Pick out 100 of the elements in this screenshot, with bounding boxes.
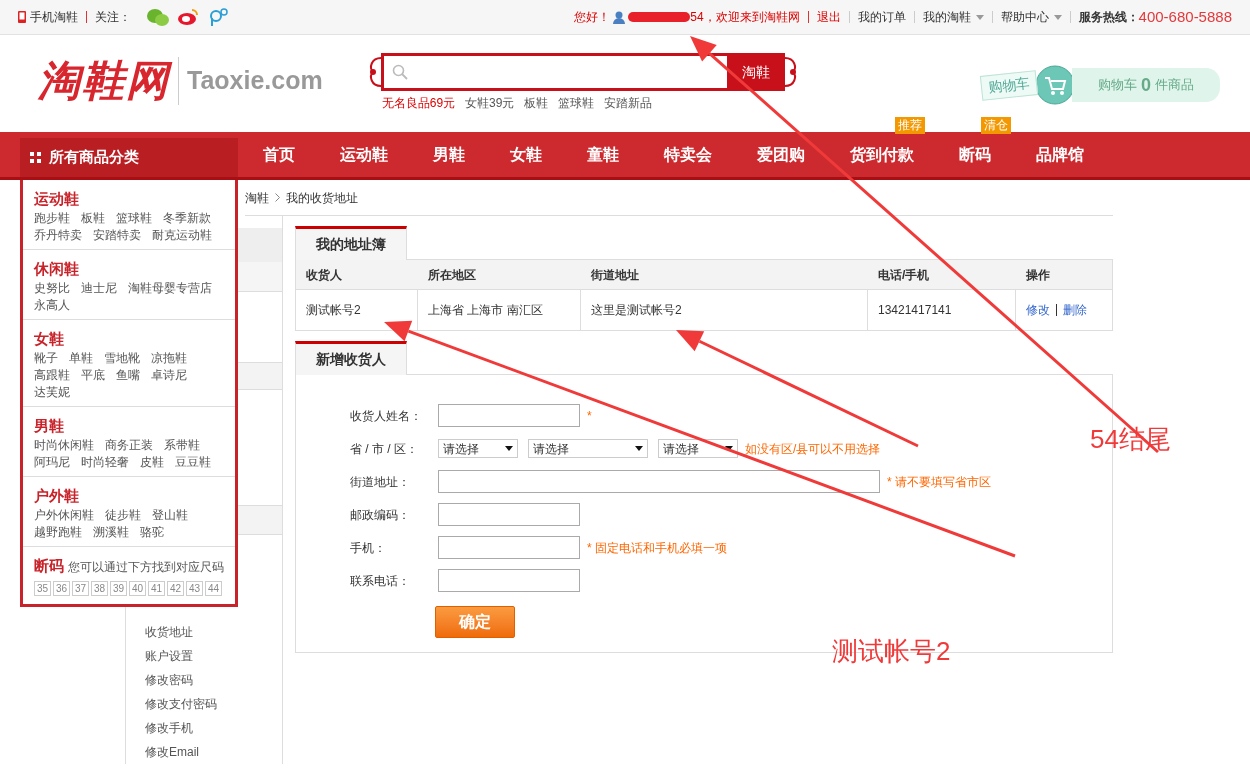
category-link[interactable]: 板鞋: [81, 210, 105, 227]
nav-item[interactable]: 断码: [959, 145, 991, 163]
category-link[interactable]: 登山鞋: [152, 507, 188, 524]
nav-badge: 清仓: [981, 116, 1012, 134]
top-link[interactable]: 帮助中心: [1000, 8, 1062, 26]
size-link[interactable]: 37: [72, 580, 89, 596]
category-link[interactable]: 永高人: [34, 297, 70, 314]
mobile-link[interactable]: 手机淘鞋: [30, 8, 78, 26]
caret-icon: [635, 446, 643, 451]
category-link[interactable]: 越野跑鞋: [34, 524, 82, 541]
section-tab[interactable]: 我的地址簿: [295, 226, 407, 260]
category-link[interactable]: 淘鞋母婴专营店: [128, 280, 212, 297]
sidebar-link[interactable]: 收货地址: [145, 620, 282, 644]
category-title[interactable]: 女鞋: [34, 328, 224, 350]
category-link[interactable]: 史努比: [34, 280, 70, 297]
select-field[interactable]: 请选择: [438, 439, 518, 458]
category-link[interactable]: 耐克运动鞋: [152, 227, 212, 244]
size-link[interactable]: 43: [186, 580, 203, 596]
category-link[interactable]: 跑步鞋: [34, 210, 70, 227]
category-link[interactable]: 系带鞋: [164, 437, 200, 454]
sidebar-link[interactable]: 修改Email: [145, 740, 282, 764]
ornament-icon: [784, 54, 799, 90]
category-link[interactable]: 达芙妮: [34, 384, 70, 401]
field-label: 邮政编码：: [349, 506, 411, 524]
hot-search-link[interactable]: 女鞋39元: [465, 94, 515, 112]
category-link[interactable]: 冬季新款: [163, 210, 211, 227]
field-hint: 如没有区/县可以不用选择: [745, 440, 881, 458]
nav-item[interactable]: 运动鞋: [340, 145, 388, 163]
size-link[interactable]: 40: [129, 580, 146, 596]
size-link[interactable]: 41: [148, 580, 165, 596]
hot-search-link[interactable]: 板鞋: [524, 94, 549, 112]
input-field[interactable]: [438, 569, 580, 592]
qq-weibo-icon[interactable]: [207, 8, 229, 26]
category-link[interactable]: 高跟鞋: [34, 367, 70, 384]
category-link[interactable]: 时尚休闲鞋: [34, 437, 94, 454]
category-link[interactable]: 徒步鞋: [105, 507, 141, 524]
nav-item[interactable]: 货到付款: [850, 145, 914, 163]
category-link[interactable]: 豆豆鞋: [175, 454, 211, 471]
nav-item[interactable]: 童鞋: [587, 145, 619, 163]
action-link[interactable]: 修改: [1026, 301, 1050, 319]
category-link[interactable]: 骆驼: [140, 524, 164, 541]
input-field[interactable]: [438, 470, 880, 493]
size-link[interactable]: 44: [205, 580, 222, 596]
nav-item[interactable]: 品牌馆: [1036, 145, 1084, 163]
category-link[interactable]: 卓诗尼: [151, 367, 187, 384]
category-link[interactable]: 皮鞋: [140, 454, 164, 471]
category-link[interactable]: 迪士尼: [81, 280, 117, 297]
category-menu-header[interactable]: 所有商品分类: [20, 138, 238, 177]
sidebar-link[interactable]: 修改手机: [145, 716, 282, 740]
section-tab[interactable]: 新增收货人: [295, 341, 407, 375]
category-link[interactable]: 商务正装: [105, 437, 153, 454]
size-link[interactable]: 42: [167, 580, 184, 596]
category-title[interactable]: 断码: [34, 555, 64, 578]
sidebar-link[interactable]: 账户设置: [145, 644, 282, 668]
category-title[interactable]: 男鞋: [34, 415, 224, 437]
category-link[interactable]: 凉拖鞋: [151, 350, 187, 367]
category-title[interactable]: 运动鞋: [34, 188, 224, 210]
sidebar-link[interactable]: 修改支付密码: [145, 692, 282, 716]
search-button[interactable]: 淘鞋: [726, 53, 785, 91]
input-field[interactable]: [438, 503, 580, 526]
category-link[interactable]: 阿玛尼: [34, 454, 70, 471]
cart-icon[interactable]: [1035, 65, 1075, 105]
size-link[interactable]: 35: [34, 580, 51, 596]
nav-item[interactable]: 男鞋: [433, 145, 465, 163]
chat-icon[interactable]: [147, 8, 169, 26]
category-link[interactable]: 靴子: [34, 350, 58, 367]
logout-link[interactable]: 退出: [816, 8, 841, 26]
category-title[interactable]: 户外鞋: [34, 485, 224, 507]
breadcrumb-link[interactable]: 淘鞋: [245, 188, 269, 207]
sidebar-link[interactable]: 修改密码: [145, 668, 282, 692]
hot-search-link[interactable]: 无名良品69元: [381, 94, 456, 112]
category-link[interactable]: 平底: [81, 367, 105, 384]
input-field[interactable]: [438, 404, 580, 427]
top-link[interactable]: 我的淘鞋: [922, 8, 984, 26]
hot-search-link[interactable]: 篮球鞋: [558, 94, 595, 112]
weibo-icon[interactable]: [177, 8, 199, 26]
search-field[interactable]: [380, 53, 727, 91]
size-link[interactable]: 38: [91, 580, 108, 596]
category-title[interactable]: 休闲鞋: [34, 258, 224, 280]
size-link[interactable]: 36: [53, 580, 70, 596]
input-field[interactable]: [438, 536, 580, 559]
select-field[interactable]: 请选择: [528, 439, 648, 458]
top-link[interactable]: 我的订单: [857, 8, 906, 26]
action-link[interactable]: 删除: [1063, 301, 1087, 319]
category-link[interactable]: 鱼嘴: [116, 367, 140, 384]
category-link[interactable]: 溯溪鞋: [93, 524, 129, 541]
select-field[interactable]: 请选择: [658, 439, 738, 458]
category-link[interactable]: 时尚轻奢: [81, 454, 129, 471]
category-link[interactable]: 户外休闲鞋: [34, 507, 94, 524]
category-link[interactable]: 篮球鞋: [116, 210, 152, 227]
nav-item[interactable]: 特卖会: [664, 145, 712, 163]
category-link[interactable]: 乔丹特卖: [34, 227, 82, 244]
nav-item[interactable]: 女鞋: [510, 145, 542, 163]
nav-item[interactable]: 爱团购: [757, 145, 805, 163]
category-link[interactable]: 安踏特卖: [93, 227, 141, 244]
category-link[interactable]: 单鞋: [69, 350, 93, 367]
nav-item[interactable]: 首页: [263, 145, 295, 163]
hot-search-link[interactable]: 安踏新品: [604, 94, 653, 112]
size-link[interactable]: 39: [110, 580, 127, 596]
category-link[interactable]: 雪地靴: [104, 350, 140, 367]
